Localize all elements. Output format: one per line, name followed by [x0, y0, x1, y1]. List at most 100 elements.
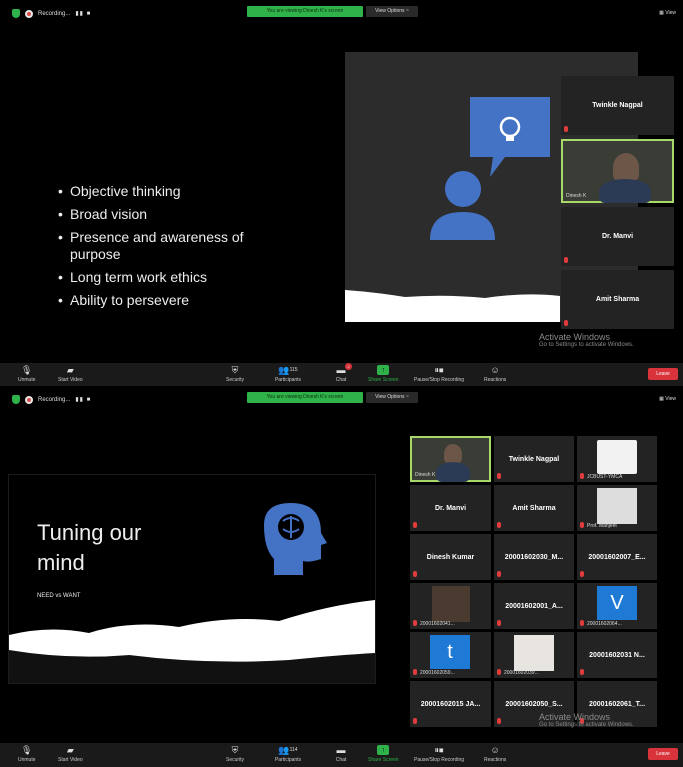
muted-mic-icon [564, 257, 568, 263]
view-button[interactable]: ▦ View [659, 10, 676, 16]
chat-icon: ▬ [336, 745, 346, 755]
pause-recording-button[interactable]: ⏸⏹ Pause/Stop Recording [414, 365, 464, 384]
view-options-button[interactable]: View Options ~ [366, 6, 418, 17]
participant-tile[interactable]: 20001602039... [494, 632, 574, 678]
participant-name: 20001602059... [420, 670, 455, 676]
activate-windows-watermark: Activate Windows Go to Settings to activ… [539, 332, 634, 348]
participant-name: 20001602050_S... [505, 700, 563, 708]
shield-icon[interactable] [12, 9, 20, 18]
view-label: View [665, 10, 676, 16]
control-label: Pause/Stop Recording [414, 757, 465, 763]
participants-count: 114 [289, 747, 298, 753]
participant-tile[interactable]: 20001602015 JA... [410, 681, 491, 727]
participant-name: Dinesh Kumar [426, 553, 475, 561]
participant-video [599, 179, 651, 203]
view-options-button[interactable]: View Options ~ [366, 392, 418, 403]
muted-mic-icon [497, 522, 501, 528]
reactions-button[interactable]: ☺ Reactions [484, 745, 506, 763]
participant-tile[interactable]: 20001602041... [410, 583, 491, 629]
participant-tile[interactable]: 20001602001_A... [494, 583, 574, 629]
muted-mic-icon [580, 669, 584, 675]
recording-label: Recording... [38, 396, 71, 403]
participant-name: 20001602015 JA... [420, 700, 481, 708]
participant-name: Dinesh K [566, 193, 587, 199]
participant-tile[interactable]: 20001602030_M... [494, 534, 574, 580]
start-video-button[interactable]: ▰ Start Video [58, 364, 83, 384]
control-label: Share Screen [368, 377, 399, 383]
pause-recording-icon[interactable]: ▮▮ ■ [75, 396, 91, 403]
participants-button[interactable]: 👥 114 Participants [273, 745, 303, 764]
pause-recording-button[interactable]: ⏸⏹ Pause/Stop Recording [414, 744, 465, 764]
chat-button[interactable]: ▬ 2 Chat [335, 363, 352, 383]
control-label: Participants [274, 377, 302, 383]
participants-button[interactable]: 👥 115 Participants [273, 365, 303, 384]
control-label: Chat [335, 757, 347, 763]
participant-name: Prof. Manjeet [587, 523, 617, 529]
participant-tile-active[interactable]: Dinesh K [410, 436, 491, 482]
pause-recording-icon[interactable]: ▮▮ ■ [75, 10, 91, 17]
muted-mic-icon [413, 522, 417, 528]
participant-tile[interactable]: Dr. Manvi [561, 207, 674, 266]
muted-mic-icon [497, 571, 501, 577]
leave-button[interactable]: Leave [648, 748, 678, 760]
control-label: Share Screen [368, 757, 399, 763]
chat-badge: 2 [345, 363, 352, 370]
participant-photo [514, 635, 554, 671]
start-video-button[interactable]: ▰ Start Video [58, 744, 83, 764]
shared-slide: Tuning our mind NEED vs WANT [8, 474, 376, 684]
unmute-button[interactable]: 🎙 Unmute [18, 364, 36, 384]
video-off-icon: ▰ [66, 744, 74, 755]
muted-mic-icon [497, 620, 501, 626]
participants-count: 115 [289, 367, 298, 373]
participant-tile[interactable]: Amit Sharma [561, 270, 674, 329]
participant-tile[interactable]: Dinesh Kumar [410, 534, 491, 580]
control-label: Participants [274, 757, 302, 763]
participant-tile[interactable]: V 20001602064... [577, 583, 657, 629]
reactions-button[interactable]: ☺ Reactions [484, 365, 506, 383]
leave-button[interactable]: Leave [648, 368, 678, 380]
slide-graphics [9, 503, 375, 683]
record-icon [25, 395, 33, 404]
bullet-item: Long term work ethics [58, 266, 258, 289]
participant-tile[interactable]: Dr. Manvi [410, 485, 491, 531]
participant-name: Amit Sharma [512, 504, 556, 512]
avatar: t [430, 635, 470, 669]
muted-mic-icon [580, 522, 584, 528]
muted-mic-icon [564, 320, 568, 326]
slide-bullet-list: Objective thinking Broad vision Presence… [58, 180, 258, 312]
unmute-button[interactable]: 🎙 Unmute [18, 744, 36, 764]
pause-stop-icon: ⏸⏹ [434, 744, 444, 755]
participant-tile[interactable]: 20001602007_E... [577, 534, 657, 580]
video-off-icon: ▰ [66, 364, 74, 375]
activate-windows-watermark: Activate Windows Go to Settings to activ… [539, 712, 634, 728]
participant-name: Amit Sharma [595, 296, 640, 303]
share-screen-button[interactable]: ↑ Share Screen [368, 365, 399, 383]
share-screen-button[interactable]: ↑ Share Screen [368, 745, 399, 763]
security-button[interactable]: ⛨ Security [226, 745, 245, 764]
shield-icon[interactable] [12, 395, 20, 404]
chat-button[interactable]: ▬ Chat [335, 745, 347, 763]
participant-tile[interactable]: t 20001602059... [410, 632, 491, 678]
participant-name: JCBUST-YMCA [587, 474, 623, 480]
microphone-muted-icon: 🎙 [21, 364, 33, 375]
control-label: Unmute [18, 377, 36, 383]
microphone-muted-icon: 🎙 [21, 744, 33, 755]
participant-tile[interactable]: Twinkle Nagpal [561, 76, 674, 135]
participant-tile-active[interactable]: Dinesh K [561, 139, 674, 203]
participant-tile[interactable]: JCBUST-YMCA [577, 436, 657, 482]
participant-tile[interactable]: Amit Sharma [494, 485, 574, 531]
participant-tile[interactable]: Prof. Manjeet [577, 485, 657, 531]
brain-head-icon [264, 503, 327, 575]
bullet-item: Broad vision [58, 203, 258, 226]
participant-tile[interactable]: 20001602031 N... [577, 632, 657, 678]
watermark-title: Activate Windows [539, 712, 611, 722]
muted-mic-icon [413, 718, 417, 724]
view-button[interactable]: ▦ View [659, 396, 676, 402]
security-button[interactable]: ⛨ Security [226, 365, 244, 384]
university-logo [597, 440, 637, 474]
control-label: Security [226, 757, 245, 763]
participant-photo [432, 586, 470, 622]
participant-tile[interactable]: Twinkle Nagpal [494, 436, 574, 482]
avatar: V [597, 586, 637, 620]
muted-mic-icon [497, 669, 501, 675]
